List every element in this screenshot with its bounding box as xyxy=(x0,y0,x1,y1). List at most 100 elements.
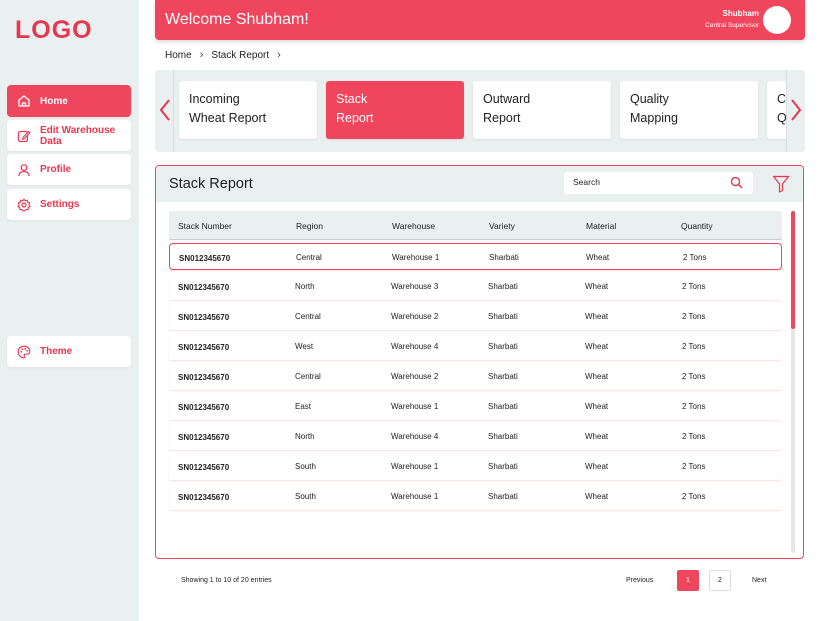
table-cell: SN012345670 xyxy=(178,463,230,472)
table-cell: SN012345670 xyxy=(178,283,230,292)
table-row[interactable]: SN012345670 West Warehouse 4 Sharbati Wheat 2… xyxy=(169,333,782,360)
card-title-line: Incoming xyxy=(189,92,240,106)
table-cell: 2 Tons xyxy=(682,462,706,471)
card-title-line: Qu xyxy=(777,110,787,125)
edit-icon xyxy=(17,129,31,143)
column-header[interactable]: Stack Number xyxy=(178,221,232,231)
table-cell: Wheat xyxy=(585,492,609,501)
chevron-right-icon: › xyxy=(199,49,204,61)
next-button[interactable]: Next xyxy=(752,577,766,584)
card-stack-report[interactable]: Stack Report xyxy=(326,81,464,139)
table-row[interactable]: SN012345670 Central Warehouse 2 Sharbati Whe… xyxy=(169,303,782,330)
table-cell: SN012345670 xyxy=(178,433,230,442)
table-cell: 2 Tons xyxy=(682,372,706,381)
user-icon xyxy=(17,163,31,177)
chevron-right-icon[interactable] xyxy=(789,98,803,122)
palette-icon xyxy=(17,345,31,359)
sidebar-item-label: Edit Warehouse Data xyxy=(40,124,116,147)
sidebar-item-profile[interactable]: Profile xyxy=(7,154,131,185)
table-cell: North xyxy=(295,432,315,441)
table-cell: South xyxy=(295,492,316,501)
breadcrumb-stack-report[interactable]: Stack Report xyxy=(211,50,269,61)
table-cell: Sharbati xyxy=(488,342,518,351)
card-title-line: Stack xyxy=(336,92,368,106)
table-cell: Sharbati xyxy=(488,372,518,381)
column-header[interactable]: Region xyxy=(296,221,323,231)
table-cell: Warehouse 1 xyxy=(391,402,439,411)
card-title-line: Cu xyxy=(777,92,787,106)
search-box xyxy=(564,172,753,194)
table-cell: West xyxy=(295,342,314,351)
sidebar-item-settings[interactable]: Settings xyxy=(7,189,131,220)
table-cell: SN012345670 xyxy=(178,343,230,352)
table-cell: Central xyxy=(295,372,321,381)
table-cell: SN012345670 xyxy=(178,403,230,412)
user-role: Central Supervisor xyxy=(705,22,759,29)
scrollbar-thumb[interactable] xyxy=(791,211,795,329)
sidebar-item-label: Home xyxy=(40,95,68,107)
card-cut-off[interactable]: Cu Qu xyxy=(767,81,787,139)
card-outward-report[interactable]: Outward Report xyxy=(473,81,611,139)
card-title-line: Outward xyxy=(483,92,531,106)
table-cell: Warehouse 2 xyxy=(391,372,439,381)
table-cell: SN012345670 xyxy=(178,493,230,502)
table-cell: SN012345670 xyxy=(178,313,230,322)
avatar[interactable] xyxy=(763,6,791,34)
previous-button[interactable]: Previous xyxy=(626,577,653,584)
table-cell: Wheat xyxy=(585,282,609,291)
entries-summary: Showing 1 to 10 of 20 entries xyxy=(181,577,272,584)
table-cell: Wheat xyxy=(585,402,609,411)
card-incoming-wheat-report[interactable]: Incoming Wheat Report xyxy=(179,81,317,139)
page-button-1[interactable]: 1 xyxy=(677,570,699,591)
table-cell: Warehouse 3 xyxy=(391,282,439,291)
table-cell: Sharbati xyxy=(488,402,518,411)
page-button-2[interactable]: 2 xyxy=(709,570,731,591)
table-cell: Sharbati xyxy=(488,282,518,291)
table-cell: 2 Tons xyxy=(682,492,706,501)
column-header[interactable]: Variety xyxy=(489,221,515,231)
welcome-title: Welcome Shubham! xyxy=(165,11,309,28)
table-header: Stack Number Region Warehouse Variety Ma… xyxy=(169,211,782,239)
table-cell: Sharbati xyxy=(488,432,518,441)
table-row[interactable]: SN012345670 Central Warehouse 2 Sharbati Whe… xyxy=(169,363,782,390)
table-cell: South xyxy=(295,462,316,471)
card-quality-mapping[interactable]: Quality Mapping xyxy=(620,81,758,139)
chevron-right-icon: › xyxy=(277,49,281,61)
gear-icon xyxy=(17,198,31,212)
table-cell: 2 Tons xyxy=(682,342,706,351)
table-row[interactable]: SN012345670 North Warehouse 3 Sharbati Wheat… xyxy=(169,273,782,300)
search-input[interactable] xyxy=(573,177,723,187)
sidebar-item-home[interactable]: Home xyxy=(7,85,131,117)
table-row[interactable]: SN012345670 South Warehouse 1 Sharbati Wheat… xyxy=(169,453,782,480)
table-cell: Warehouse 1 xyxy=(391,492,439,501)
table-cell: Wheat xyxy=(585,432,609,441)
sidebar-item-edit-warehouse[interactable]: Edit Warehouse Data xyxy=(7,120,131,151)
table-cell: North xyxy=(295,282,315,291)
column-header[interactable]: Material xyxy=(586,221,616,231)
carousel-track: Incoming Wheat Report Stack Report Outwa… xyxy=(173,70,787,152)
report-card-carousel: Incoming Wheat Report Stack Report Outwa… xyxy=(155,70,805,152)
table-cell: Sharbati xyxy=(488,312,518,321)
column-header[interactable]: Warehouse xyxy=(392,221,435,231)
table-row[interactable]: SN012345670 North Warehouse 4 Sharbati Wheat… xyxy=(169,423,782,450)
card-title-line: Mapping xyxy=(630,110,678,125)
table-row[interactable]: SN012345670 South Warehouse 1 Sharbati Wheat… xyxy=(169,483,782,510)
breadcrumb: Home › Stack Report › xyxy=(165,49,289,61)
column-header[interactable]: Quantity xyxy=(681,221,713,231)
breadcrumb-home[interactable]: Home xyxy=(165,50,192,61)
table-cell: Warehouse 2 xyxy=(391,312,439,321)
table-cell: Sharbati xyxy=(489,253,519,262)
chevron-left-icon[interactable] xyxy=(158,98,172,122)
table-cell: Wheat xyxy=(585,342,609,351)
table-cell: Warehouse 4 xyxy=(391,342,439,351)
table-row[interactable]: SN012345670 Central Warehouse 1 Sharbati Whe… xyxy=(169,243,782,270)
top-header: Welcome Shubham! Shubham Central Supervi… xyxy=(155,0,805,40)
card-title-line: Report xyxy=(336,110,374,125)
search-icon[interactable] xyxy=(730,176,743,194)
sidebar-item-theme[interactable]: Theme xyxy=(7,336,131,367)
panel-title: Stack Report xyxy=(169,176,253,192)
table-cell: Sharbati xyxy=(488,492,518,501)
table-row[interactable]: SN012345670 East Warehouse 1 Sharbati Wheat 2… xyxy=(169,393,782,420)
table-cell: Wheat xyxy=(585,462,609,471)
filter-icon[interactable] xyxy=(772,175,790,198)
